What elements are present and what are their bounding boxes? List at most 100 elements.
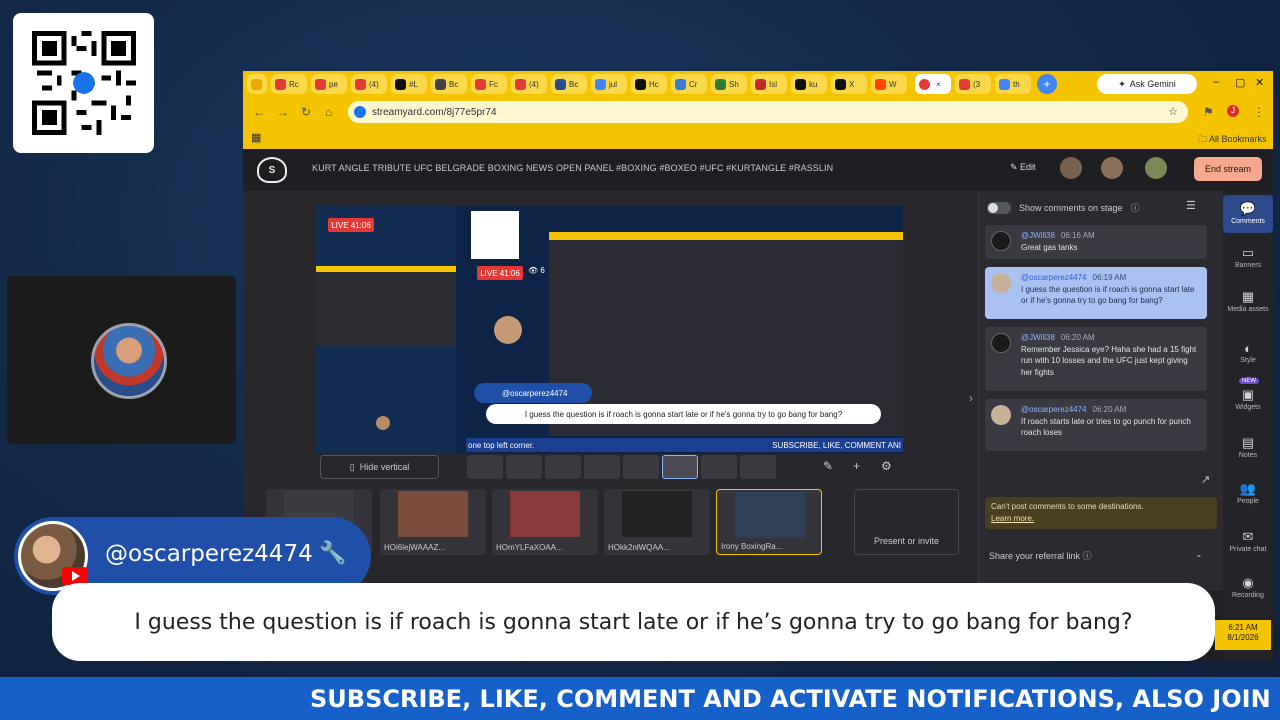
layout-option[interactable] <box>623 455 659 479</box>
ask-gemini-button[interactable]: ✦ Ask Gemini <box>1097 74 1197 94</box>
source-tile-active[interactable]: Irony BoxingRa... <box>716 489 822 555</box>
layout-option-selected[interactable] <box>662 455 698 479</box>
gear-icon[interactable]: ⚙ <box>881 459 892 473</box>
people-icon: 👥 <box>1239 481 1257 496</box>
bookmark-star-icon[interactable]: ☆ <box>1168 105 1178 118</box>
close-window-icon[interactable]: ✕ <box>1255 76 1264 89</box>
tab-item[interactable]: Cr <box>671 74 707 94</box>
layout-option[interactable] <box>506 455 542 479</box>
tab-item[interactable]: #L <box>391 74 427 94</box>
qr-code-card <box>13 13 154 153</box>
url-input[interactable]: streamyard.com/8j77e5pr74 ☆ <box>348 101 1188 123</box>
cant-post-notice: Can't post comments to some destinations… <box>985 497 1217 529</box>
tab-bar: Rc pe (4) #L Bc Fc (4) Bc jul Hc Cr Sh I… <box>243 71 1273 97</box>
help-icon[interactable]: ⓘ <box>1131 201 1140 214</box>
end-stream-button[interactable]: End stream <box>1194 157 1262 181</box>
widgets-icon: ▣ <box>1241 387 1255 402</box>
tab-search-button[interactable] <box>247 74 267 94</box>
source-tile[interactable]: HOi6lejWAAAZ... <box>380 489 486 555</box>
forward-icon[interactable]: → <box>277 105 289 119</box>
new-badge: NEW <box>1239 378 1259 384</box>
plus-icon[interactable]: + <box>853 459 860 473</box>
tab-item[interactable]: Hc <box>631 74 667 94</box>
apps-icon[interactable]: ▦ <box>251 131 261 144</box>
browser-window: Rc pe (4) #L Bc Fc (4) Bc jul Hc Cr Sh I… <box>243 71 1273 661</box>
pencil-icon[interactable]: ✎ <box>823 459 833 473</box>
home-icon[interactable]: ⌂ <box>325 105 332 119</box>
ticker-text: SUBSCRIBE, LIKE, COMMENT AND ACTIVATE NO… <box>310 685 1280 713</box>
learn-more-link[interactable]: Learn more. <box>991 513 1211 525</box>
back-icon[interactable]: ← <box>253 105 265 119</box>
tab-item[interactable]: Rc <box>271 74 307 94</box>
close-icon[interactable]: × <box>936 80 941 89</box>
tab-item[interactable]: W <box>871 74 907 94</box>
referral-row[interactable]: Share your referral link ⓘ ⌄ <box>989 549 1203 562</box>
site-info-icon[interactable] <box>354 106 366 118</box>
style-icon: ◐ <box>1244 341 1252 356</box>
chevron-right-icon[interactable]: › <box>969 391 973 405</box>
layout-option[interactable] <box>701 455 737 479</box>
edit-button[interactable]: ✎ Edit <box>1010 162 1036 173</box>
rail-style[interactable]: ◐ Style <box>1223 341 1273 364</box>
commenter-avatar <box>991 273 1011 293</box>
show-comments-on-stage[interactable]: Show comments on stage ⓘ <box>987 201 1140 214</box>
rail-recording[interactable]: ◉ Recording <box>1223 575 1273 599</box>
guest-avatar[interactable] <box>1145 157 1167 179</box>
help-icon[interactable]: ⓘ <box>1083 551 1092 561</box>
tab-item[interactable]: ku <box>791 74 827 94</box>
profile-avatar[interactable]: J <box>1227 105 1239 117</box>
guest-avatar[interactable] <box>1101 157 1123 179</box>
rail-banners[interactable]: ▭ Banners <box>1223 245 1273 269</box>
tab-item[interactable]: Bc <box>431 74 467 94</box>
notes-icon: ▤ <box>1241 435 1255 450</box>
host-avatar <box>91 323 167 399</box>
tab-active[interactable]: × <box>915 74 951 94</box>
tab-item[interactable]: X <box>831 74 867 94</box>
tab-item[interactable]: Bc <box>551 74 587 94</box>
comment-item[interactable]: @oscarperez4474 06:20 AM If roach starts … <box>985 399 1207 451</box>
comment-item[interactable]: @JWill38 06:16 AM Great gas tanks <box>985 225 1207 259</box>
tab-item[interactable]: (4) <box>351 74 387 94</box>
all-bookmarks[interactable]: 🗀 All Bookmarks <box>1198 132 1267 148</box>
rail-widgets[interactable]: ▣ Widgets <box>1223 387 1273 411</box>
overlay-username: @oscarperez4474 <box>105 541 313 567</box>
present-or-invite-button[interactable]: Present or invite <box>854 489 959 555</box>
stage-preview[interactable]: LIVE 41:06 LIVE 41:06 👁 6 @oscarperez447… <box>316 206 903 454</box>
rail-notes[interactable]: ▤ Notes <box>1223 435 1273 459</box>
reload-icon[interactable]: ↻ <box>301 105 311 119</box>
rail-media-assets[interactable]: ▦ Media assets <box>1223 289 1273 313</box>
toggle-switch[interactable] <box>987 201 1011 214</box>
external-link-icon[interactable]: ↗ <box>1201 473 1210 486</box>
layout-option[interactable] <box>467 455 503 479</box>
tab-item[interactable]: pe <box>311 74 347 94</box>
extensions-icon[interactable]: ⚑ <box>1203 105 1214 119</box>
layout-option[interactable] <box>740 455 776 479</box>
comments-icon: 💬 <box>1239 201 1257 216</box>
chevron-down-icon[interactable]: ⌄ <box>1195 549 1203 560</box>
tab-item[interactable]: Fc <box>471 74 507 94</box>
tab-item[interactable]: Sh <box>711 74 747 94</box>
broadcast-title[interactable]: KURT ANGLE TRIBUTE UFC BELGRADE BOXING N… <box>312 163 833 173</box>
menu-icon[interactable]: ⋮ <box>1253 105 1265 119</box>
rail-comments[interactable]: 💬 Comments <box>1223 195 1273 233</box>
comments-panel: Show comments on stage ⓘ ☰ @JWill38 06:16… <box>978 191 1223 591</box>
rail-private-chat[interactable]: ✉ Private chat <box>1223 529 1273 553</box>
guest-avatar[interactable] <box>1060 157 1082 179</box>
source-tile[interactable]: HOmYLFaXOAA... <box>492 489 598 555</box>
comment-item[interactable]: @JWill38 06:20 AM Remember Jessica eye? H… <box>985 327 1207 391</box>
maximize-icon[interactable]: ▢ <box>1235 76 1245 89</box>
tab-item[interactable]: th <box>995 74 1031 94</box>
rail-people[interactable]: 👥 People <box>1223 481 1273 505</box>
tab-item[interactable]: jul <box>591 74 627 94</box>
layout-option[interactable] <box>545 455 581 479</box>
filter-icon[interactable]: ☰ <box>1186 199 1196 212</box>
minimize-icon[interactable]: – <box>1213 76 1219 88</box>
hide-vertical-button[interactable]: ▯ Hide vertical <box>320 455 439 479</box>
source-tile[interactable]: HOkk2nlWQAA... <box>604 489 710 555</box>
comment-item-highlighted[interactable]: @oscarperez4474 06:19 AM I guess the ques… <box>985 267 1207 319</box>
tab-item[interactable]: Isl <box>751 74 787 94</box>
layout-option[interactable] <box>584 455 620 479</box>
tab-item[interactable]: (3 <box>955 74 991 94</box>
tab-item[interactable]: (4) <box>511 74 547 94</box>
new-tab-button[interactable]: + <box>1037 74 1057 94</box>
